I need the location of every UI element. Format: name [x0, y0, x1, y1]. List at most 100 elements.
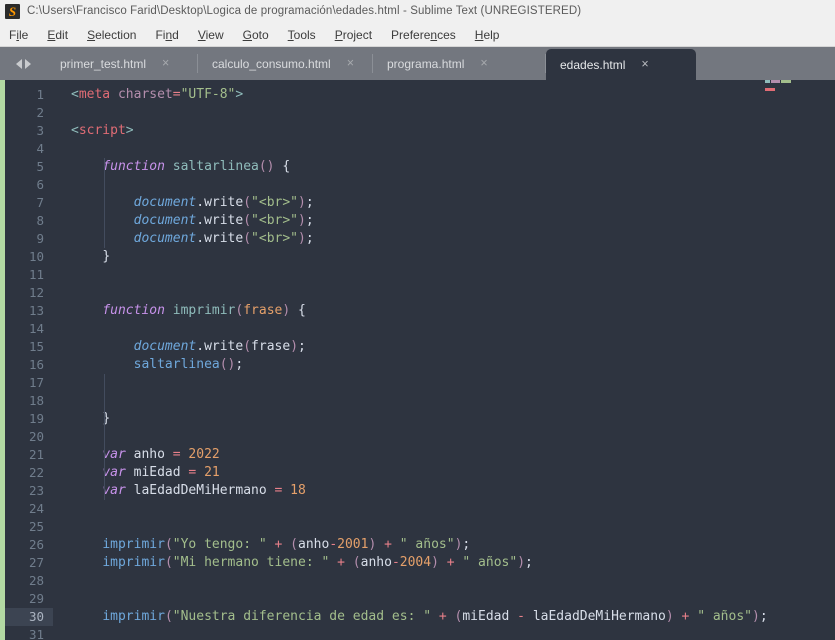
- menu-item-project[interactable]: Project: [335, 26, 372, 44]
- code-line-26: imprimir("Yo tengo: " + (anho-2001) + " …: [102, 537, 471, 552]
- menu-label-view-post: iew: [205, 27, 224, 42]
- tab-programa[interactable]: programa.html ×: [373, 47, 546, 80]
- line-number: 28: [28, 573, 44, 588]
- line-number: 10: [28, 249, 44, 264]
- line-number: 27: [28, 555, 44, 570]
- code-line-30: imprimir("Nuestra diferencia de edad es:…: [102, 609, 768, 624]
- arrow-right-icon[interactable]: [24, 58, 31, 69]
- code-line-16: saltarlinea();: [133, 357, 244, 372]
- code-line-1: <meta charset="UTF-8">: [71, 87, 244, 102]
- line-number: 9: [36, 231, 44, 246]
- line-number: 16: [28, 357, 44, 372]
- menu-item-file[interactable]: File: [9, 26, 28, 44]
- line-number: 2: [36, 105, 44, 120]
- close-icon[interactable]: ×: [641, 58, 648, 71]
- menu-item-tools[interactable]: Tools: [288, 26, 316, 44]
- line-number: 6: [36, 177, 44, 192]
- line-number: 29: [28, 591, 44, 606]
- line-number: 12: [28, 285, 44, 300]
- code-content[interactable]: <meta charset="UTF-8"> <script> function…: [53, 80, 835, 640]
- menu-bar: File Edit Selection Find View Goto Tools…: [0, 23, 835, 47]
- menu-label-project-post: roject: [342, 27, 373, 42]
- line-number: 7: [36, 195, 44, 210]
- code-line-3: <script>: [71, 123, 134, 138]
- menu-accesskey-project: P: [334, 27, 343, 42]
- line-number: 20: [28, 429, 44, 444]
- code-line-21: var anho = 2022: [102, 447, 220, 462]
- title-bar: S C:\Users\Francisco Farid\Desktop\Logic…: [0, 0, 835, 23]
- arrow-left-icon[interactable]: [15, 58, 22, 69]
- tab-navigation[interactable]: [0, 47, 46, 80]
- menu-item-preferences[interactable]: Preferences: [391, 26, 456, 44]
- menu-label-tools-post: ools: [293, 27, 316, 42]
- line-number: 31: [28, 627, 44, 640]
- tab-label: calculo_consumo.html: [212, 56, 331, 71]
- line-number: 3: [36, 123, 44, 138]
- code-line-5: function saltarlinea() {: [102, 159, 291, 174]
- menu-item-view[interactable]: View: [198, 26, 224, 44]
- line-number: 25: [28, 519, 44, 534]
- menu-item-goto[interactable]: Goto: [243, 26, 269, 44]
- line-number: 8: [36, 213, 44, 228]
- line-number: 19: [28, 411, 44, 426]
- menu-accesskey-selection: S: [87, 27, 96, 42]
- line-number: 13: [28, 303, 44, 318]
- line-number: 15: [28, 339, 44, 354]
- menu-label-preferences-post: ces: [437, 27, 456, 42]
- tab-edades[interactable]: edades.html ×: [546, 49, 696, 80]
- line-number: 26: [28, 537, 44, 552]
- line-number-gutter: 1 2 3 4 5 6 7 8 9 10 11 12 13 14 15 16 1…: [5, 80, 53, 640]
- menu-label-selection-post: election: [95, 27, 137, 42]
- tab-bar: primer_test.html × calculo_consumo.html …: [0, 47, 835, 80]
- code-line-23: var laEdadDeMiHermano = 18: [102, 483, 306, 498]
- line-number: 18: [28, 393, 44, 408]
- tab-label: programa.html: [387, 56, 465, 71]
- code-line-7: document.write("<br>");: [133, 195, 314, 210]
- line-number: 5: [36, 159, 44, 174]
- menu-accesskey-view: V: [197, 27, 206, 42]
- menu-label-goto-post: oto: [251, 27, 269, 42]
- menu-item-edit[interactable]: Edit: [47, 26, 68, 44]
- menu-item-find[interactable]: Find: [155, 26, 178, 44]
- line-number: 23: [28, 483, 44, 498]
- menu-accesskey-goto: G: [242, 27, 252, 42]
- close-icon[interactable]: ×: [347, 57, 354, 70]
- code-editor[interactable]: 1 2 3 4 5 6 7 8 9 10 11 12 13 14 15 16 1…: [0, 80, 835, 640]
- line-number: 17: [28, 375, 44, 390]
- code-line-15: document.write(frase);: [133, 339, 306, 354]
- sublime-text-window: S C:\Users\Francisco Farid\Desktop\Logic…: [0, 0, 835, 640]
- indent-guide: [104, 374, 105, 500]
- menu-item-selection[interactable]: Selection: [87, 26, 136, 44]
- code-line-10: }: [102, 249, 111, 264]
- line-number: 14: [28, 321, 44, 336]
- tab-label: primer_test.html: [60, 56, 147, 71]
- menu-label-find-pre: Fi: [155, 27, 166, 42]
- menu-label-file-post: le: [19, 27, 29, 42]
- menu-item-help[interactable]: Help: [475, 26, 500, 44]
- tab-primer-test[interactable]: primer_test.html ×: [46, 47, 198, 80]
- line-number: 22: [28, 465, 44, 480]
- code-line-22: var miEdad = 21: [102, 465, 220, 480]
- line-number: 24: [28, 501, 44, 516]
- line-number: 4: [36, 141, 44, 156]
- menu-label-help-post: elp: [483, 27, 500, 42]
- code-line-19: }: [102, 411, 111, 426]
- tab-label: edades.html: [560, 57, 626, 72]
- tab-calculo-consumo[interactable]: calculo_consumo.html ×: [198, 47, 373, 80]
- close-icon[interactable]: ×: [162, 57, 169, 70]
- close-icon[interactable]: ×: [480, 57, 487, 70]
